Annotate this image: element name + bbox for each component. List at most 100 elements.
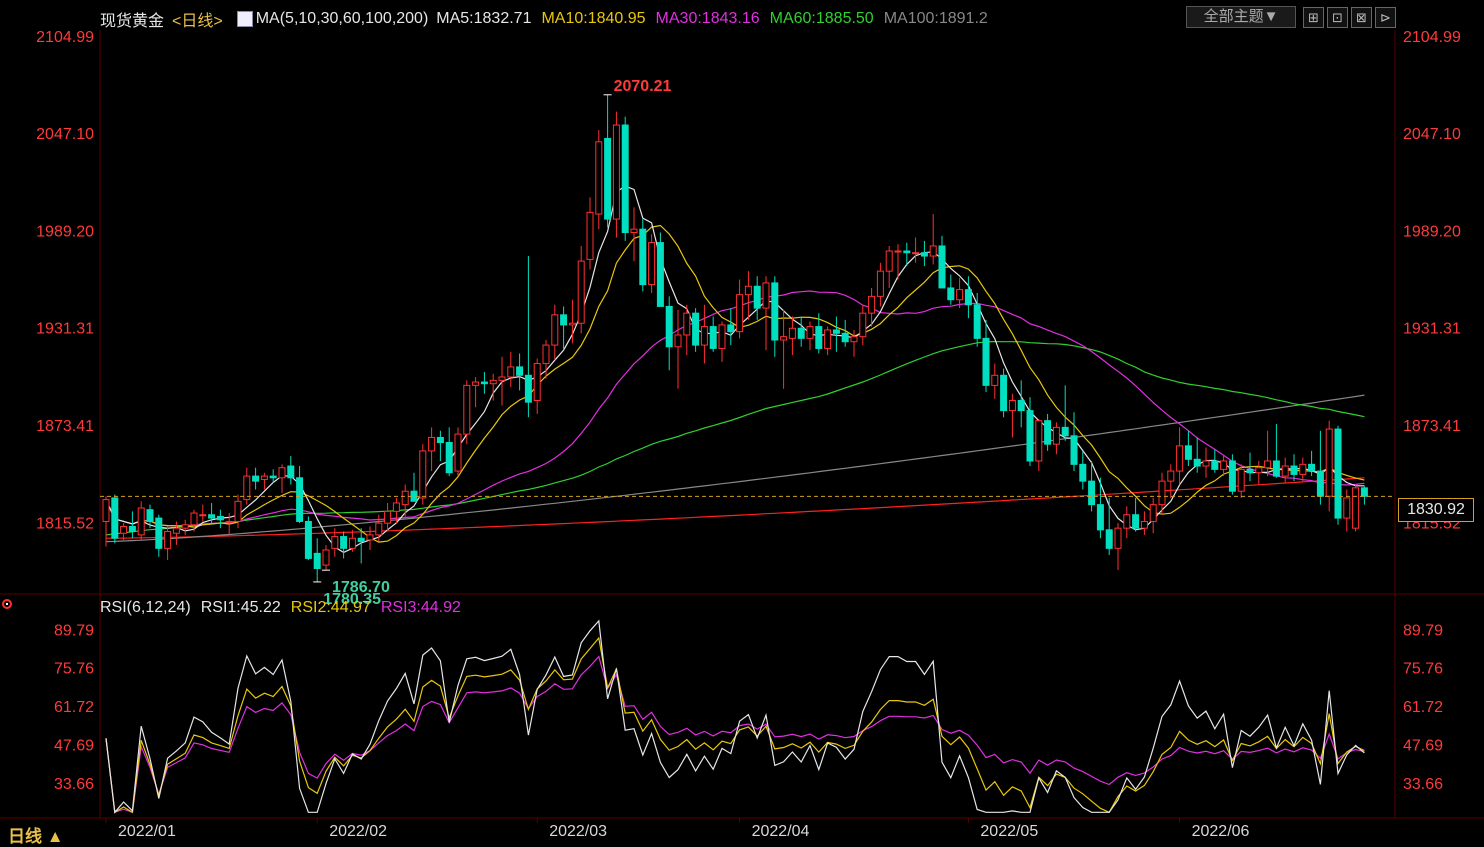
candle-body	[401, 490, 409, 506]
candle-body	[428, 436, 436, 452]
candle-body	[736, 294, 744, 333]
candle-body	[1070, 435, 1078, 465]
candle	[243, 467, 251, 505]
layout-icon[interactable]: ⊡	[1327, 7, 1348, 28]
candle-body	[1149, 504, 1157, 522]
candle	[348, 529, 356, 552]
rsi-tick-left-0: 89.79	[54, 622, 94, 639]
candle	[982, 319, 990, 393]
candle-body	[1079, 463, 1087, 482]
candle-body	[1140, 520, 1148, 529]
candle	[296, 466, 304, 524]
candle	[1316, 430, 1324, 505]
candle	[1008, 393, 1016, 438]
candle	[1237, 464, 1245, 498]
crosshair-icon[interactable]: ⊞	[1303, 7, 1324, 28]
candle	[419, 444, 427, 505]
candle	[1264, 430, 1272, 477]
candle	[428, 427, 436, 472]
candle	[181, 519, 189, 535]
candle	[1334, 425, 1342, 525]
candle	[1343, 489, 1351, 532]
period-tag[interactable]: <日线>	[172, 7, 223, 31]
candle-body	[216, 515, 224, 521]
candle	[832, 316, 840, 352]
date-label-2: 2022/03	[549, 823, 607, 840]
indicator-settings-icon[interactable]	[236, 11, 253, 27]
candle-body	[1096, 504, 1104, 531]
candle	[216, 509, 224, 529]
candle	[260, 472, 268, 490]
candle-body	[903, 250, 911, 254]
candle	[1132, 497, 1140, 532]
instrument-name[interactable]: 现货黄金	[100, 7, 164, 31]
candle	[533, 358, 541, 414]
candle-body	[1088, 480, 1096, 506]
ma-label[interactable]: MA(5,10,30,60,100,200)	[256, 10, 429, 28]
candle-body	[1246, 468, 1254, 474]
candle-body	[304, 520, 312, 559]
candle	[568, 299, 576, 344]
candle	[1281, 457, 1289, 483]
candle-body	[419, 450, 427, 499]
candle-body	[1061, 426, 1069, 437]
candle-body	[1299, 463, 1307, 475]
candle-body	[700, 326, 708, 346]
candle-body	[533, 363, 541, 402]
candle-body	[850, 336, 858, 343]
candle-body	[1132, 514, 1140, 529]
candle-body	[331, 536, 339, 549]
candle	[920, 240, 928, 267]
candle-body	[480, 381, 488, 385]
candle-body	[604, 137, 612, 220]
candle-body	[1000, 374, 1008, 412]
expand-icon[interactable]: ⊳	[1375, 7, 1396, 28]
candle-body	[929, 245, 937, 257]
candle-body	[1360, 487, 1368, 497]
candle	[780, 309, 788, 389]
candle	[1325, 420, 1333, 512]
candle-body	[947, 287, 955, 301]
candle-body	[1158, 480, 1166, 506]
candle-body	[595, 141, 603, 215]
price-tick-right-2: 1989.20	[1403, 224, 1461, 241]
candle-body	[815, 326, 823, 349]
chart-canvas[interactable]: 2104.99 2104.99 2047.10 2047.10 1989.20 1989.…	[0, 0, 1484, 844]
candle-body	[560, 314, 568, 326]
candle	[1308, 450, 1316, 477]
ma-value-0: MA5:1832.71	[436, 10, 532, 27]
candle-body	[348, 537, 356, 549]
candle	[1272, 424, 1280, 478]
candle-body	[824, 329, 832, 349]
candle	[1079, 450, 1087, 490]
price-tick-right-4: 1873.41	[1403, 418, 1461, 435]
price-tick-left-5: 1815.52	[36, 515, 94, 532]
candle-body	[1272, 460, 1280, 477]
theme-dropdown[interactable]: 全部主题▼	[1186, 6, 1296, 28]
candle-body	[287, 465, 295, 479]
series-line-ma100	[105, 394, 1365, 543]
candle	[507, 351, 515, 388]
candle	[604, 94, 612, 228]
candle-body	[102, 499, 110, 522]
date-label-4: 2022/05	[980, 823, 1038, 840]
candle	[1360, 486, 1368, 505]
series-line-ma10	[105, 224, 1365, 543]
candle	[771, 276, 779, 357]
candle-body	[120, 525, 128, 534]
candle	[357, 528, 365, 564]
candle	[1000, 368, 1008, 418]
candle-body	[269, 475, 277, 479]
rsi-label[interactable]: RSI(6,12,24)	[100, 599, 191, 617]
candle-body	[1008, 400, 1016, 412]
candle-body	[648, 242, 656, 286]
candle	[1044, 413, 1052, 451]
candle	[788, 316, 796, 356]
candle-body	[841, 332, 849, 343]
period-button[interactable]: 日线 ▲	[8, 822, 64, 847]
candle-body	[806, 326, 814, 339]
candle-body	[1308, 463, 1316, 472]
candle	[1149, 497, 1157, 534]
chart-add-icon[interactable]: ⊠	[1351, 7, 1372, 28]
candle	[1114, 523, 1122, 571]
